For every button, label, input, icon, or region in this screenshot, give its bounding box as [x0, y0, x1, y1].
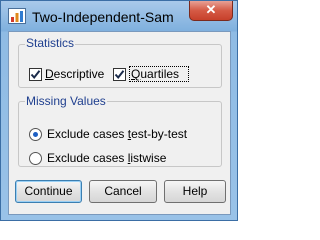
checkbox-checked-icon[interactable]	[29, 67, 42, 81]
exclude-test-by-test-radio[interactable]: Exclude cases test-by-test	[29, 126, 187, 142]
radio-selected-icon[interactable]	[29, 127, 42, 141]
spss-app-icon	[8, 8, 26, 24]
close-button[interactable]: ✕	[189, 1, 233, 21]
dialog-client-area: Statistics Descriptive Quartiles Missing…	[8, 31, 231, 215]
window-title: Two-Independent-Sam	[32, 9, 174, 25]
missing-values-group-label: Missing Values	[25, 94, 107, 108]
checkbox-checked-icon[interactable]	[113, 67, 126, 81]
cancel-button[interactable]: Cancel	[89, 180, 157, 203]
radio-unselected-icon[interactable]	[29, 151, 42, 165]
quartiles-checkbox[interactable]: Quartiles	[113, 66, 190, 82]
close-icon: ✕	[205, 2, 217, 17]
help-button[interactable]: Help	[164, 180, 226, 203]
statistics-group-label: Statistics	[25, 36, 76, 50]
exclude-listwise-radio[interactable]: Exclude cases listwise	[29, 150, 166, 166]
descriptive-checkbox[interactable]: Descriptive	[29, 66, 104, 82]
dialog-window: Two-Independent-Sam ✕ Statistics Descrip…	[0, 0, 238, 221]
exclude-listwise-label: Exclude cases listwise	[47, 151, 167, 165]
title-bar[interactable]: Two-Independent-Sam ✕	[1, 1, 237, 31]
exclude-test-by-test-label: Exclude cases test-by-test	[47, 127, 188, 141]
quartiles-label: Quartiles	[129, 66, 190, 82]
continue-button[interactable]: Continue	[15, 180, 82, 203]
descriptive-label: Descriptive	[45, 67, 105, 81]
